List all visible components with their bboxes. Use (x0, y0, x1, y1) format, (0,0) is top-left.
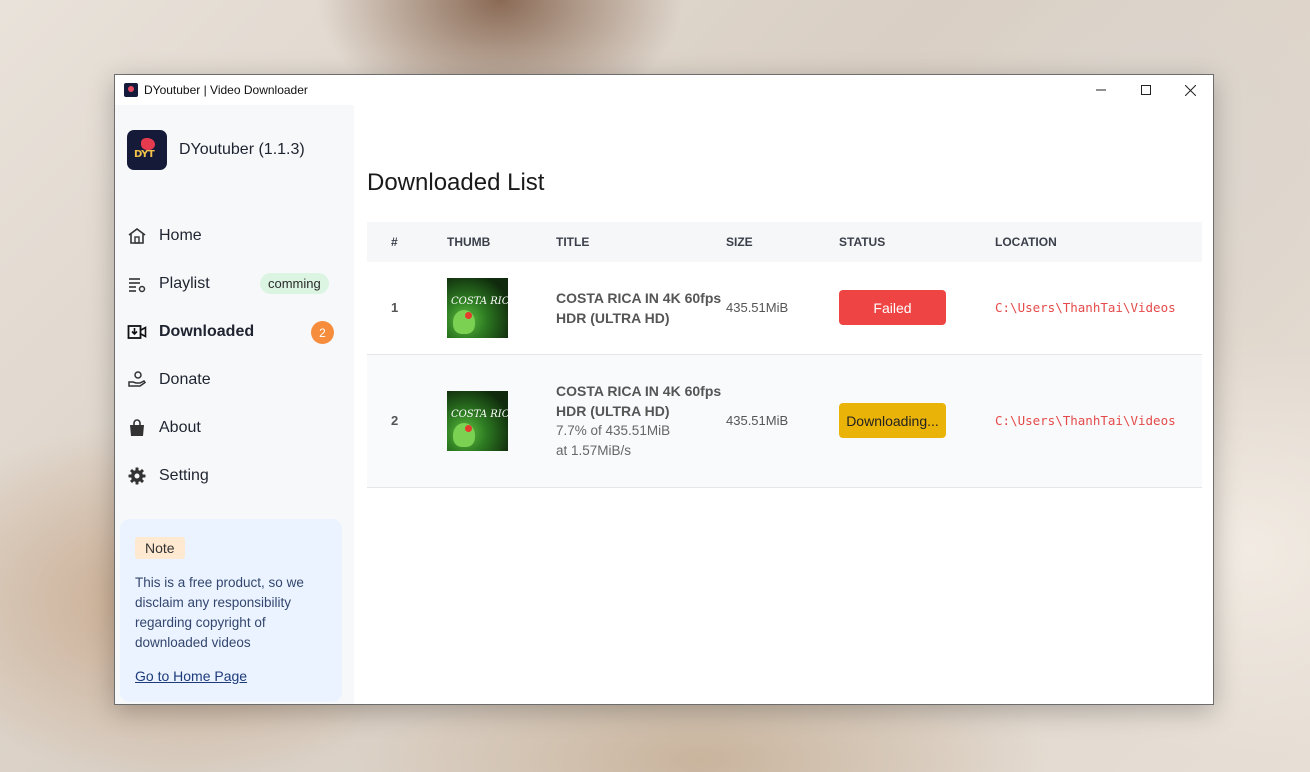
coming-badge: comming (260, 273, 329, 294)
sidebar-item-label: Downloaded (159, 323, 255, 340)
status-failed-button[interactable]: Failed (839, 290, 946, 326)
sidebar-item-label: Playlist (159, 275, 210, 292)
sidebar-item-about[interactable]: About (115, 404, 354, 452)
note-tag: Note (135, 537, 185, 559)
column-header-number: # (391, 235, 398, 249)
gear-icon (127, 466, 147, 486)
row-number: 1 (391, 300, 399, 316)
window-controls (1078, 75, 1213, 105)
minimize-icon (1095, 89, 1106, 91)
downloaded-table: # THUMB TITLE SIZE STATUS LOCATION 1 COS… (367, 222, 1202, 488)
title-bar: DYoutuber | Video Downloader (115, 75, 1213, 105)
brand-logo: DYT (127, 130, 167, 170)
sidebar-item-label: Donate (159, 371, 211, 388)
playlist-icon (127, 274, 147, 294)
sidebar-item-label: About (159, 419, 201, 436)
row-number: 2 (391, 413, 399, 428)
table-row: 1 COSTA RICA COSTA RICA IN 4K 60fps HDR … (367, 262, 1202, 354)
sidebar-item-playlist[interactable]: Playlist comming (115, 260, 354, 308)
video-size: 435.51MiB (726, 413, 789, 428)
video-title: COSTA RICA IN 4K 60fps HDR (ULTRA HD) (556, 289, 722, 326)
maximize-button[interactable] (1123, 75, 1168, 105)
video-title: COSTA RICA IN 4K 60fps HDR (ULTRA HD) (556, 382, 722, 419)
location-link[interactable]: C:\Users\ThanhTai\Videos (995, 413, 1176, 428)
sidebar-item-setting[interactable]: Setting (115, 452, 354, 500)
close-icon (1185, 84, 1196, 96)
thumbnail-text: COSTA RICA (451, 295, 508, 307)
sidebar-item-downloaded[interactable]: Downloaded 2 (115, 308, 354, 356)
video-thumbnail: COSTA RICA (447, 390, 508, 451)
home-icon (127, 226, 147, 246)
donate-icon (127, 370, 147, 390)
sidebar-item-label: Home (159, 227, 202, 244)
video-size: 435.51MiB (726, 300, 789, 316)
maximize-icon (1140, 85, 1151, 95)
window-title: DYoutuber | Video Downloader (144, 83, 308, 97)
download-count-badge: 2 (311, 321, 334, 344)
note-body: This is a free product, so we disclaim a… (135, 575, 304, 650)
app-icon (124, 83, 138, 97)
minimize-button[interactable] (1078, 75, 1123, 105)
status-downloading-button[interactable]: Downloading... (839, 403, 946, 438)
download-progress: 7.7% of 435.51MiB (556, 422, 671, 438)
column-header-size: SIZE (726, 235, 753, 249)
sidebar-item-donate[interactable]: Donate (115, 356, 354, 404)
note-card: Note This is a free product, so we discl… (120, 519, 342, 702)
table-header: # THUMB TITLE SIZE STATUS LOCATION (367, 222, 1202, 262)
video-thumbnail: COSTA RICA (447, 277, 508, 338)
location-link[interactable]: C:\Users\ThanhTai\Videos (995, 300, 1176, 315)
sidebar-item-home[interactable]: Home (115, 212, 354, 260)
column-header-title: TITLE (556, 235, 590, 249)
app-window: DYoutuber | Video Downloader DYT DYoutub… (114, 74, 1214, 705)
thumbnail-text: COSTA RICA (451, 408, 508, 420)
close-button[interactable] (1168, 75, 1213, 105)
brand[interactable]: DYT DYoutuber (1.1.3) (127, 130, 305, 170)
column-header-status: STATUS (839, 235, 886, 249)
page-title: Downloaded List (367, 169, 545, 196)
download-icon (127, 322, 147, 342)
brand-name: DYoutuber (1.1.3) (179, 141, 305, 158)
sidebar-nav: Home Playlist comming Downloaded 2 Donat… (115, 212, 354, 500)
download-speed: at 1.57MiB/s (556, 442, 632, 458)
sidebar-item-label: Setting (159, 467, 209, 484)
column-header-thumb: THUMB (447, 235, 491, 249)
main-content: Downloaded List # THUMB TITLE SIZE STATU… (354, 105, 1213, 704)
column-header-location: LOCATION (995, 235, 1057, 249)
table-row: 2 COSTA RICA COSTA RICA IN 4K 60fps HDR … (367, 354, 1202, 487)
sidebar: DYT DYoutuber (1.1.3) Home Playlist comm… (115, 105, 354, 704)
home-page-link[interactable]: Go to Home Page (135, 668, 327, 684)
bag-icon (127, 418, 147, 438)
